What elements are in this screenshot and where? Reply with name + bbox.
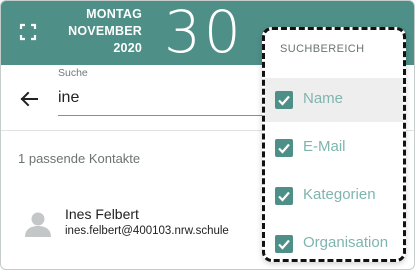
checkbox-checked-icon[interactable]	[275, 235, 293, 253]
menu-item-label: Kategorien	[303, 186, 376, 203]
back-arrow-icon[interactable]	[19, 89, 39, 109]
menu-title: SUCHBEREICH	[280, 43, 365, 55]
checkbox-checked-icon[interactable]	[275, 139, 293, 157]
fullscreen-icon[interactable]	[19, 23, 37, 41]
checkbox-checked-icon[interactable]	[275, 91, 293, 109]
menu-item-organisation[interactable]: Organisation	[265, 222, 403, 259]
menu-item-label: Name	[303, 90, 344, 107]
menu-item-name[interactable]: Name	[265, 78, 403, 122]
contact-name: Ines Felbert	[65, 206, 139, 222]
year-label: 2020	[113, 41, 142, 55]
day-number: 30	[164, 0, 244, 66]
search-label: Suche	[58, 67, 88, 79]
menu-item-email[interactable]: E-Mail	[265, 126, 403, 170]
month-label: NOVEMBER	[68, 24, 142, 38]
search-input[interactable]	[58, 87, 263, 109]
contact-list-item[interactable]: Ines Felbert ines.felbert@400103.nrw.sch…	[1, 197, 266, 249]
search-scope-menu: SUCHBEREICH Name E-Mail Kategorien Organ…	[262, 27, 406, 262]
menu-item-label: Organisation	[303, 234, 389, 251]
result-count: 1 passende Kontakte	[18, 151, 141, 166]
avatar-icon	[23, 209, 53, 239]
search-underline	[58, 115, 268, 116]
checkbox-checked-icon[interactable]	[275, 187, 293, 205]
date-label: MONTAG NOVEMBER 2020	[49, 6, 142, 57]
contact-email: ines.felbert@400103.nrw.schule	[65, 225, 229, 237]
menu-item-kategorien[interactable]: Kategorien	[265, 174, 403, 218]
menu-item-label: E-Mail	[303, 138, 346, 155]
weekday-label: MONTAG	[86, 7, 142, 21]
